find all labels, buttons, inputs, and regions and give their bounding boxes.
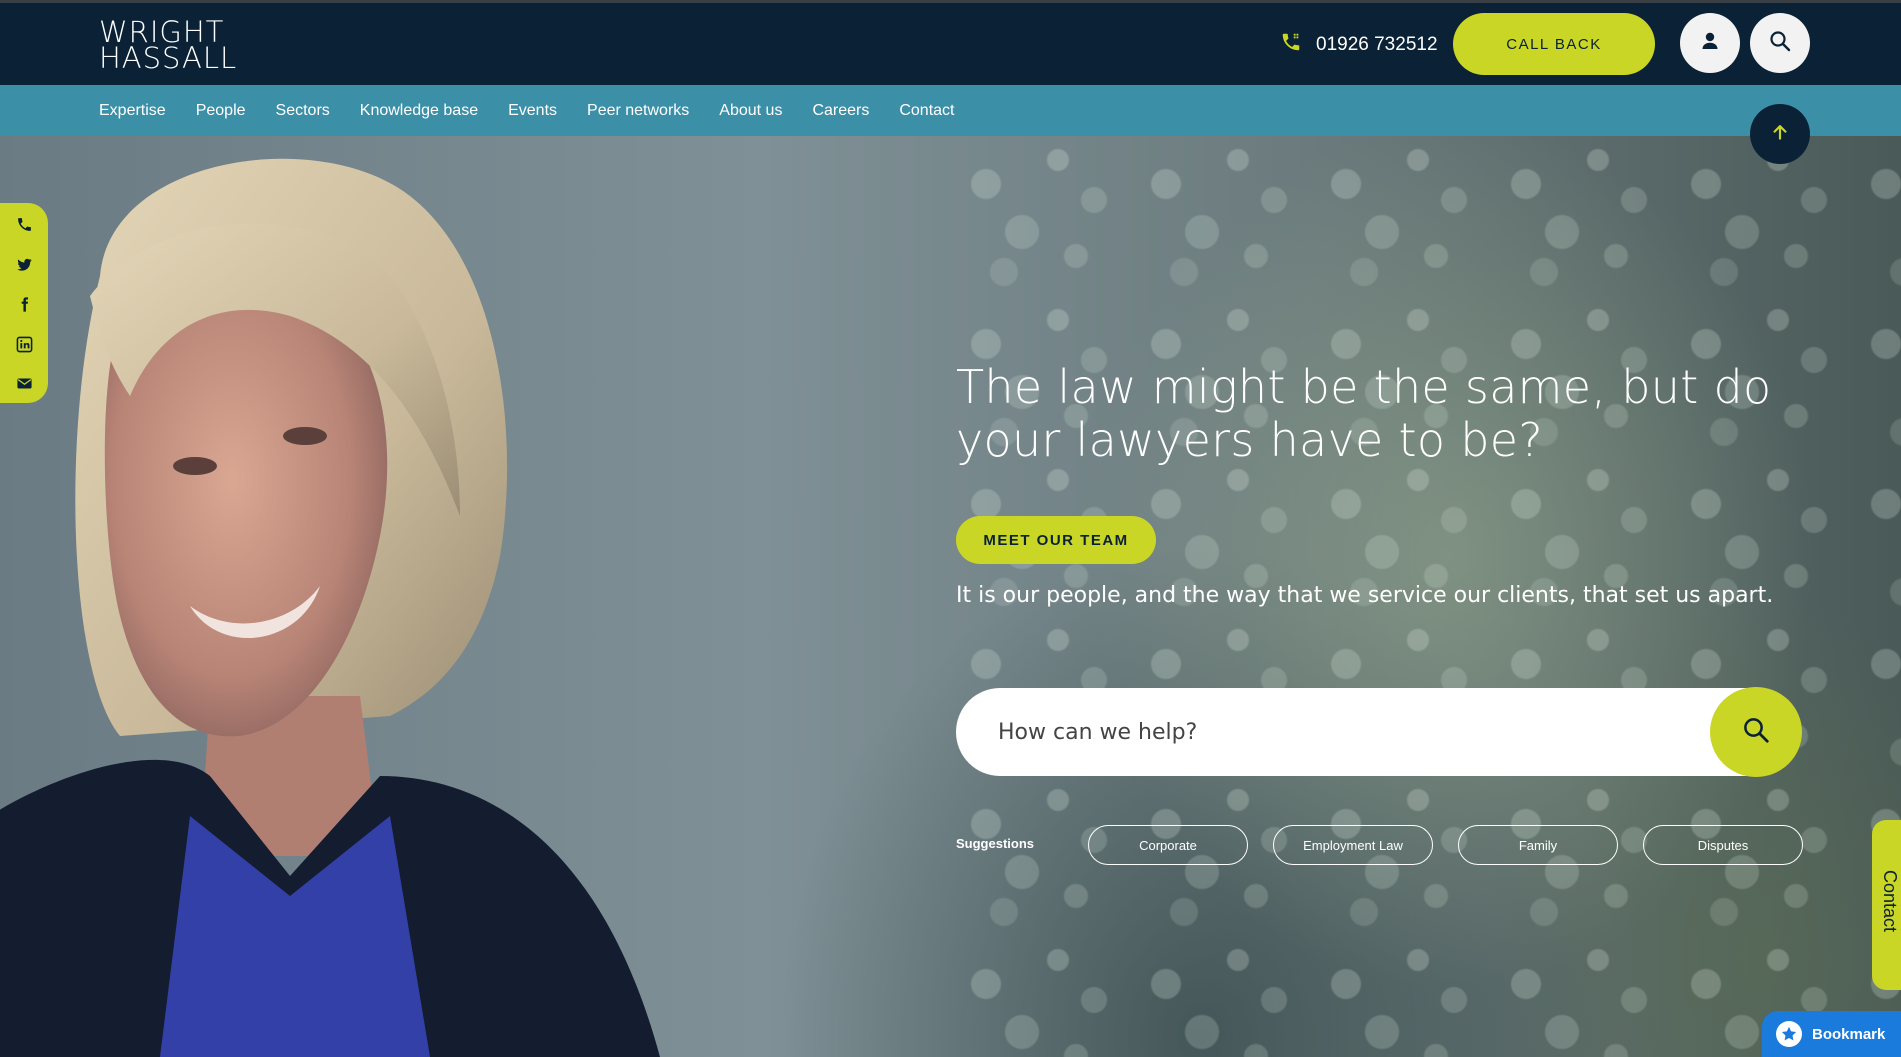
hero-portrait-image <box>0 158 660 1057</box>
email-icon[interactable] <box>12 371 36 395</box>
suggestions-label: Suggestions <box>956 836 1035 851</box>
header-search-button[interactable] <box>1750 13 1810 73</box>
search-icon <box>1768 29 1792 58</box>
logo-line-2: HASSALL <box>99 40 238 75</box>
bookmark-button[interactable]: Bookmark <box>1762 1011 1901 1057</box>
hero-search-bar <box>956 687 1802 777</box>
hero-search-submit-button[interactable] <box>1710 687 1802 777</box>
facebook-icon[interactable] <box>12 292 36 316</box>
nav-item-careers[interactable]: Careers <box>812 102 869 120</box>
hero-tagline: It is our people, and the way that we se… <box>956 583 1774 608</box>
social-share-strip <box>0 203 48 403</box>
site-logo[interactable]: WRIGHT HASSALL <box>99 18 249 75</box>
nav-item-events[interactable]: Events <box>508 102 557 120</box>
phone-number: 01926 732512 <box>1316 34 1438 55</box>
phone-icon[interactable] <box>12 212 36 236</box>
nav-item-knowledge-base[interactable]: Knowledge base <box>360 102 478 120</box>
search-suggestions: Suggestions Corporate Employment Law Fam… <box>956 825 1803 865</box>
site-header: WRIGHT HASSALL 01926 732512 CALL BACK <box>0 3 1901 85</box>
star-icon <box>1776 1021 1802 1047</box>
linkedin-icon[interactable] <box>12 332 36 356</box>
arrow-up-icon <box>1770 122 1790 147</box>
contact-side-tab[interactable]: Contact <box>1872 820 1901 990</box>
main-nav: Expertise People Sectors Knowledge base … <box>0 85 1901 136</box>
phone-icon <box>1280 31 1302 59</box>
hero-section: The law might be the same, but do your l… <box>0 136 1901 1057</box>
call-back-button[interactable]: CALL BACK <box>1453 13 1655 75</box>
bookmark-label: Bookmark <box>1812 1025 1886 1043</box>
account-button[interactable] <box>1680 13 1740 73</box>
scroll-to-top-button[interactable] <box>1750 104 1810 164</box>
phone-link[interactable]: 01926 732512 <box>1280 30 1438 60</box>
nav-item-people[interactable]: People <box>196 102 246 120</box>
search-icon <box>1741 715 1771 750</box>
nav-item-peer-networks[interactable]: Peer networks <box>587 102 689 120</box>
suggestion-chip-employment-law[interactable]: Employment Law <box>1273 825 1433 865</box>
nav-item-contact[interactable]: Contact <box>899 102 954 120</box>
meet-our-team-button[interactable]: MEET OUR TEAM <box>956 516 1156 564</box>
hero-headline: The law might be the same, but do your l… <box>956 360 1772 468</box>
user-icon <box>1698 29 1722 58</box>
nav-item-sectors[interactable]: Sectors <box>276 102 330 120</box>
nav-item-about-us[interactable]: About us <box>719 102 782 120</box>
suggestion-chip-family[interactable]: Family <box>1458 825 1618 865</box>
twitter-icon[interactable] <box>12 252 36 276</box>
hero-search-input[interactable] <box>996 712 1636 752</box>
contact-tab-label: Contact <box>1880 870 1900 933</box>
suggestion-chip-disputes[interactable]: Disputes <box>1643 825 1803 865</box>
suggestion-chip-corporate[interactable]: Corporate <box>1088 825 1248 865</box>
nav-item-expertise[interactable]: Expertise <box>99 102 166 120</box>
